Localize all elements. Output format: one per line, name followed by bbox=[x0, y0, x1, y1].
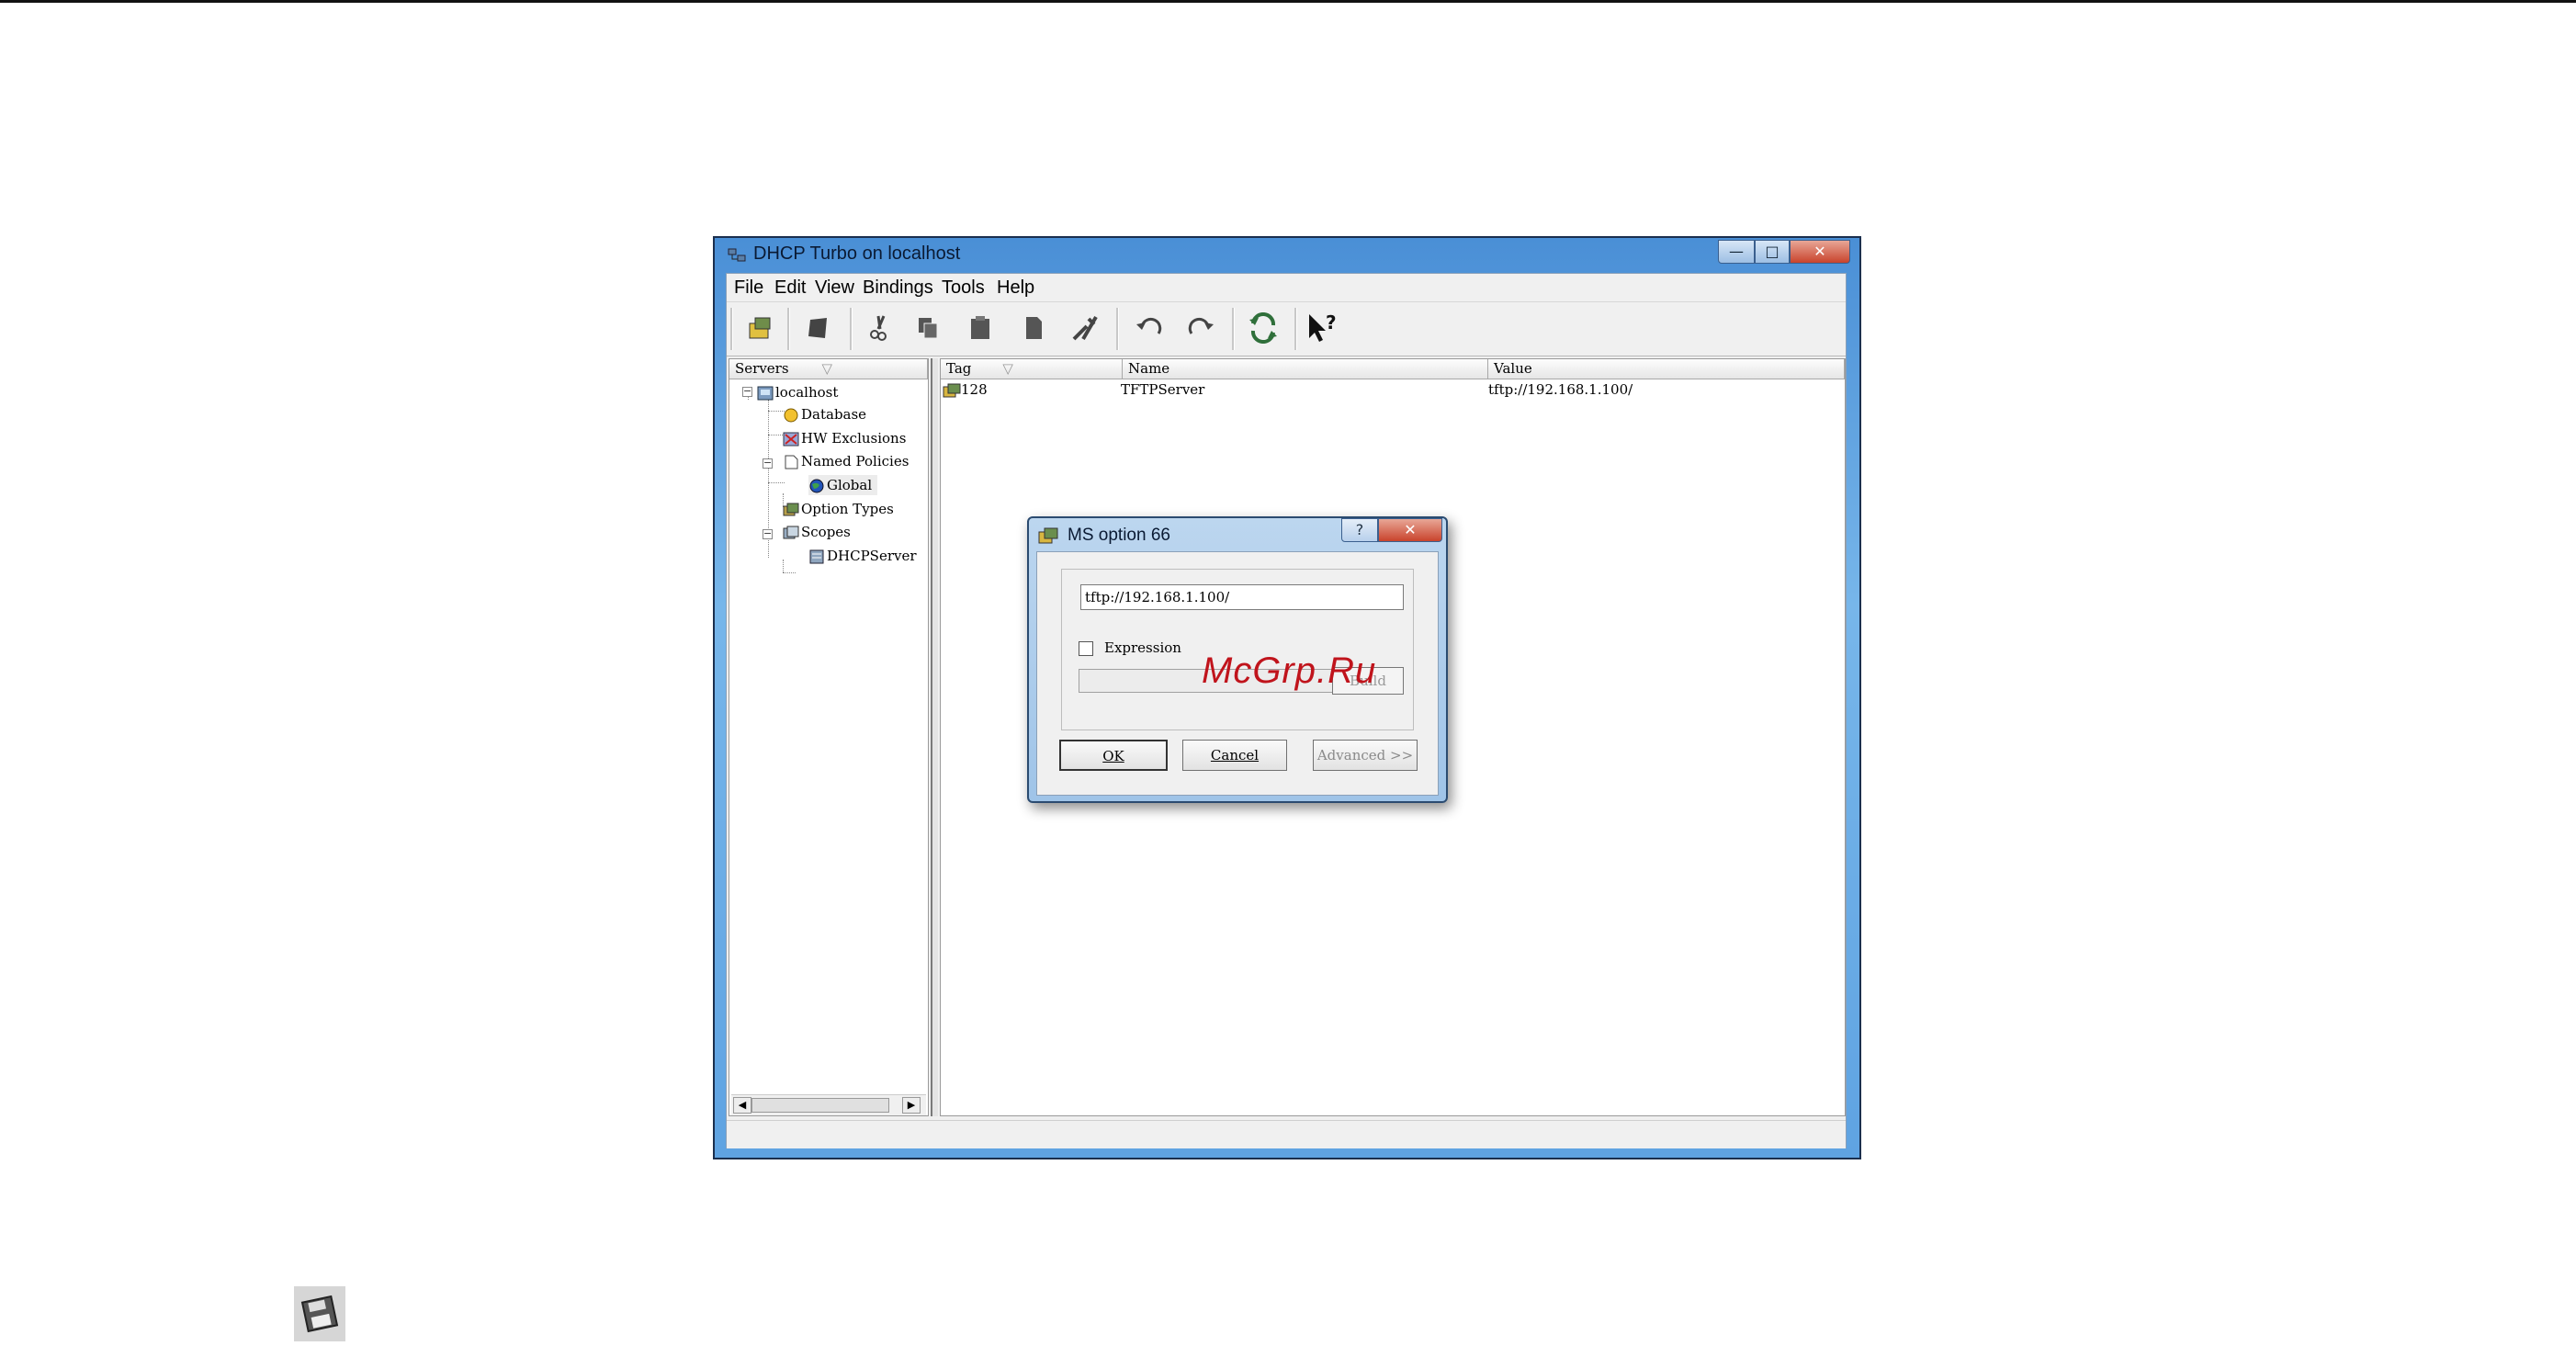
menu-file[interactable]: File bbox=[734, 277, 763, 299]
tag-header-label: Tag bbox=[946, 360, 972, 377]
advanced-button[interactable]: Advanced >> bbox=[1313, 740, 1418, 771]
servers-header-label: Servers bbox=[735, 360, 789, 377]
top-rule bbox=[0, 0, 2576, 3]
scroll-right-icon[interactable]: ▶ bbox=[902, 1097, 921, 1114]
menu-tools[interactable]: Tools bbox=[942, 277, 985, 299]
paste-icon[interactable] bbox=[962, 310, 999, 346]
menu-help[interactable]: Help bbox=[997, 277, 1034, 299]
menu-edit[interactable]: Edit bbox=[774, 277, 806, 299]
tree-node-global[interactable]: Global bbox=[808, 475, 878, 495]
server-icon bbox=[757, 386, 774, 401]
toolbar-separator bbox=[1232, 308, 1235, 350]
watermark-text: McGrp.Ru bbox=[1202, 650, 1377, 691]
row-value: tftp://192.168.1.100/ bbox=[1488, 381, 1633, 398]
toolbar: ? bbox=[727, 301, 1846, 356]
copy-icon[interactable] bbox=[910, 310, 947, 346]
tree-line bbox=[768, 482, 785, 483]
toolbar-separator bbox=[1294, 308, 1297, 350]
redo-icon[interactable] bbox=[1182, 310, 1219, 346]
tree-node-label: Database bbox=[801, 406, 867, 423]
erase-icon[interactable] bbox=[800, 310, 837, 346]
scroll-thumb[interactable] bbox=[751, 1098, 889, 1113]
exclusion-icon bbox=[783, 432, 799, 447]
table-row[interactable]: 128 bbox=[943, 379, 988, 400]
servers-column-header[interactable]: Servers ▽ bbox=[729, 359, 928, 379]
scope-server-icon bbox=[809, 549, 824, 564]
tree-node-named-policies[interactable]: Named Policies bbox=[783, 451, 909, 471]
collapse-toggle[interactable]: − bbox=[763, 528, 773, 539]
connect-server-icon[interactable] bbox=[741, 310, 778, 346]
new-document-icon[interactable] bbox=[1015, 310, 1052, 346]
tag-column-header[interactable]: Tag ▽ bbox=[941, 359, 1123, 379]
tree-node-label: Global bbox=[827, 477, 873, 493]
maximize-button[interactable]: □ bbox=[1755, 240, 1790, 264]
cut-icon[interactable] bbox=[861, 310, 898, 346]
name-column-header[interactable]: Name bbox=[1123, 359, 1488, 379]
dialog-title: MS option 66 bbox=[1068, 526, 1170, 545]
toolbar-separator bbox=[730, 308, 733, 350]
tree-node-scopes[interactable]: Scopes bbox=[783, 522, 851, 542]
toolbar-separator bbox=[1116, 308, 1119, 350]
policy-document-icon bbox=[785, 455, 798, 469]
tree-horizontal-scrollbar[interactable]: ◀ ▶ bbox=[731, 1094, 926, 1115]
tree-line bbox=[783, 560, 784, 572]
option-types-icon bbox=[783, 503, 799, 516]
title-bar[interactable]: DHCP Turbo on localhost — □ ✕ bbox=[715, 238, 1859, 271]
option-value-input[interactable]: tftp://192.168.1.100/ bbox=[1080, 584, 1404, 610]
menu-bar: File Edit View Bindings Tools Help bbox=[727, 274, 1846, 301]
option-icon bbox=[943, 383, 961, 398]
tree-node-label: HW Exclusions bbox=[801, 430, 907, 447]
tree-node-label: Option Types bbox=[801, 501, 894, 517]
tree-line bbox=[783, 572, 796, 573]
minimize-button[interactable]: — bbox=[1718, 240, 1755, 264]
tree-node-option-types[interactable]: Option Types bbox=[783, 499, 894, 519]
menu-view[interactable]: View bbox=[815, 277, 854, 299]
globe-icon bbox=[809, 479, 824, 493]
row-tag: 128 bbox=[961, 381, 988, 398]
tree-node-database[interactable]: Database bbox=[783, 404, 866, 424]
tree-node-label: Scopes bbox=[801, 524, 851, 540]
option-icon bbox=[1038, 527, 1058, 544]
network-app-icon bbox=[728, 248, 746, 262]
pane-splitter[interactable] bbox=[931, 358, 938, 1116]
tree-node-hw-exclusions[interactable]: HW Exclusions bbox=[783, 428, 906, 448]
tools-icon[interactable] bbox=[1067, 310, 1103, 346]
floppy-disk-icon[interactable] bbox=[294, 1286, 345, 1341]
database-icon bbox=[784, 408, 798, 423]
menu-bindings[interactable]: Bindings bbox=[863, 277, 933, 299]
scroll-left-icon[interactable]: ◀ bbox=[733, 1097, 751, 1114]
sort-arrow-icon: ▽ bbox=[821, 360, 833, 377]
ok-button[interactable]: OK bbox=[1059, 740, 1168, 771]
tree-node-label: DHCPServer bbox=[827, 548, 917, 564]
sort-arrow-icon: ▽ bbox=[1002, 360, 1013, 377]
row-name: TFTPServer bbox=[1121, 381, 1205, 398]
servers-tree-pane[interactable]: Servers ▽ − − − localhost Database HW Exc… bbox=[729, 358, 929, 1116]
tree-node-dhcpserver[interactable]: DHCPServer bbox=[808, 546, 917, 566]
tree-node-label: Named Policies bbox=[801, 453, 910, 469]
option-value-group: tftp://192.168.1.100/ Expression Build bbox=[1061, 569, 1414, 730]
value-column-header[interactable]: Value bbox=[1488, 359, 1845, 379]
expression-checkbox[interactable] bbox=[1079, 641, 1093, 656]
undo-icon[interactable] bbox=[1131, 310, 1168, 346]
svg-text:?: ? bbox=[1326, 312, 1337, 334]
scopes-icon bbox=[783, 526, 799, 539]
cancel-button[interactable]: Cancel bbox=[1182, 740, 1287, 771]
expression-label: Expression bbox=[1104, 639, 1181, 656]
collapse-toggle[interactable]: − bbox=[742, 386, 752, 397]
toolbar-separator bbox=[787, 308, 790, 350]
tree-node-label: localhost bbox=[775, 384, 839, 401]
collapse-toggle[interactable]: − bbox=[763, 458, 773, 469]
close-button[interactable]: ✕ bbox=[1790, 240, 1850, 264]
window-title: DHCP Turbo on localhost bbox=[753, 243, 961, 264]
refresh-icon[interactable] bbox=[1245, 310, 1282, 346]
dialog-help-button[interactable]: ? bbox=[1341, 518, 1378, 542]
dialog-close-button[interactable]: ✕ bbox=[1378, 518, 1442, 542]
status-bar bbox=[727, 1120, 1846, 1148]
context-help-icon[interactable]: ? bbox=[1304, 310, 1340, 346]
toolbar-separator bbox=[850, 308, 853, 350]
tree-node-localhost[interactable]: localhost bbox=[757, 382, 838, 402]
